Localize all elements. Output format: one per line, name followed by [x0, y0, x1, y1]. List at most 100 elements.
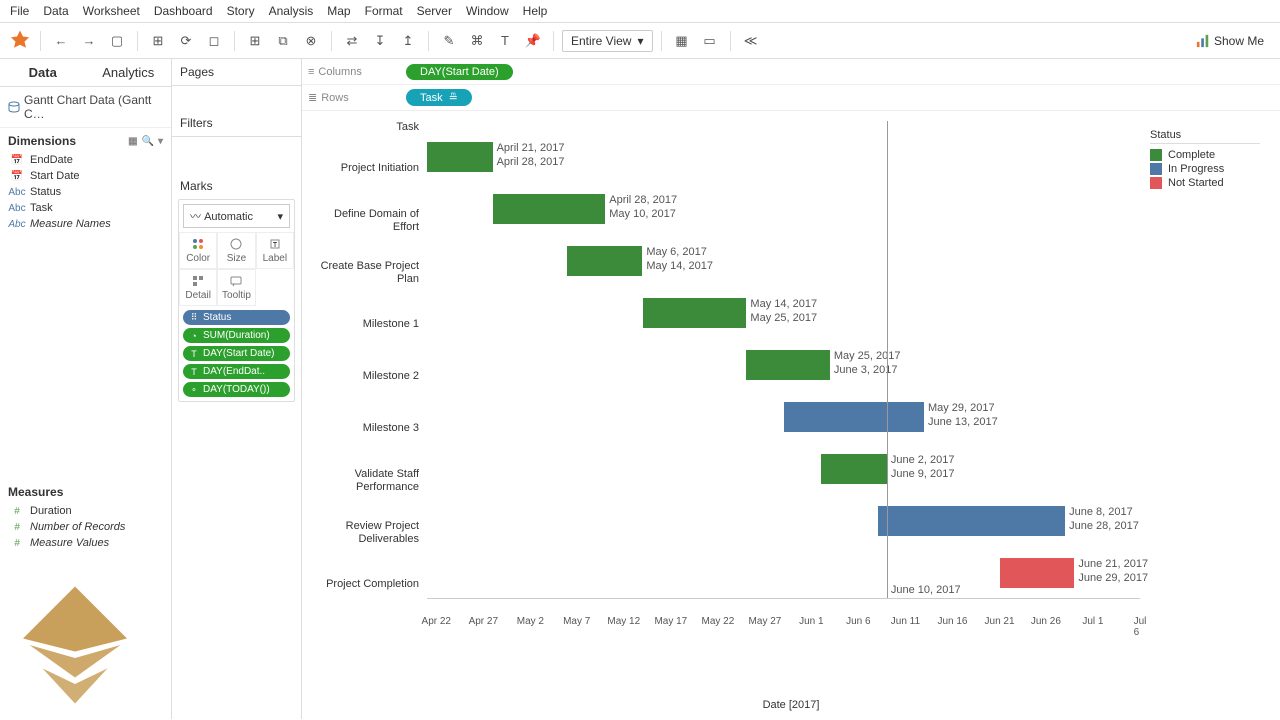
forward-icon[interactable]: → [77, 29, 101, 53]
task-label: Project Initiation [312, 143, 419, 195]
mark-pill[interactable]: ∘DAY(TODAY()) [183, 382, 290, 397]
mark-detail[interactable]: Detail [179, 269, 217, 306]
legend: Status CompleteIn ProgressNot Started [1140, 121, 1270, 677]
menu-worksheet[interactable]: Worksheet [83, 4, 140, 18]
menu-help[interactable]: Help [523, 4, 548, 18]
gantt-bar[interactable] [493, 194, 606, 224]
cards-icon[interactable]: ▦ [670, 29, 694, 53]
bar-date-label: June 21, 2017June 29, 2017 [1078, 557, 1148, 586]
bar-date-label: May 25, 2017June 3, 2017 [834, 349, 901, 378]
clear-icon[interactable]: ⊗ [299, 29, 323, 53]
pin-icon[interactable]: 📌 [521, 29, 545, 53]
bar-date-label: June 8, 2017June 28, 2017 [1069, 505, 1139, 534]
menu-analysis[interactable]: Analysis [269, 4, 314, 18]
task-label: Milestone 2 [312, 351, 419, 403]
menu-dashboard[interactable]: Dashboard [154, 4, 213, 18]
fit-dropdown[interactable]: Entire View▾ [562, 30, 653, 52]
gantt-bar[interactable] [746, 350, 830, 380]
field-duration[interactable]: #Duration [4, 503, 167, 519]
pages-shelf[interactable]: Pages [172, 59, 301, 86]
toolbar: ← → ▢ ⊞ ⟳ ◻ ⊞ ⧉ ⊗ ⇄ ↧ ↥ ✎ ⌘ T 📌 Entire V… [0, 23, 1280, 59]
x-axis-title: Date [2017] [302, 677, 1280, 719]
group-icon[interactable]: ⌘ [465, 29, 489, 53]
gantt-bar[interactable] [427, 142, 493, 172]
legend-item[interactable]: In Progress [1150, 162, 1260, 176]
field-measure-values[interactable]: #Measure Values [4, 535, 167, 551]
row-header-title: Task [312, 121, 419, 143]
menu-server[interactable]: Server [417, 4, 452, 18]
bar-date-label: May 14, 2017May 25, 2017 [750, 297, 817, 326]
marks-card: 〰 Automatic▾ ColorSizeTLabel DetailToolti… [178, 199, 295, 402]
bar-date-label: April 28, 2017May 10, 2017 [609, 193, 677, 222]
mark-label[interactable]: TLabel [256, 232, 294, 269]
svg-text:T: T [273, 242, 278, 249]
share-icon[interactable]: ≪ [739, 29, 763, 53]
save-icon[interactable]: ▢ [105, 29, 129, 53]
bar-date-label: May 29, 2017June 13, 2017 [928, 401, 998, 430]
gantt-bar[interactable] [878, 506, 1066, 536]
menu-window[interactable]: Window [466, 4, 509, 18]
task-label: Validate Staff Performance [312, 455, 419, 507]
field-status[interactable]: AbcStatus [4, 184, 167, 200]
menu-story[interactable]: Story [227, 4, 255, 18]
highlight-icon[interactable]: ✎ [437, 29, 461, 53]
field-task[interactable]: AbcTask [4, 200, 167, 216]
columns-pill[interactable]: DAY(Start Date) [406, 64, 513, 80]
menu-file[interactable]: File [10, 4, 29, 18]
gantt-bar[interactable] [643, 298, 746, 328]
text-icon[interactable]: T [493, 29, 517, 53]
filters-shelf[interactable]: Filters [172, 110, 301, 137]
pause-icon[interactable]: ◻ [202, 29, 226, 53]
task-label: Milestone 1 [312, 299, 419, 351]
menu-data[interactable]: Data [43, 4, 68, 18]
gantt-bar[interactable] [567, 246, 642, 276]
menu-format[interactable]: Format [365, 4, 403, 18]
task-label: Milestone 3 [312, 403, 419, 455]
dimensions-header: Dimensions [8, 134, 76, 148]
gantt-bar[interactable] [1000, 558, 1075, 588]
sort-asc-icon[interactable]: ↧ [368, 29, 392, 53]
gantt-plot[interactable]: April 21, 2017April 28, 2017 April 28, 20… [427, 121, 1140, 599]
sort-desc-icon[interactable]: ↥ [396, 29, 420, 53]
field-start-date[interactable]: 📅Start Date [4, 168, 167, 184]
new-worksheet-icon[interactable]: ⊞ [243, 29, 267, 53]
mark-pill[interactable]: ⠿Status [183, 310, 290, 325]
field-enddate[interactable]: 📅EndDate [4, 152, 167, 168]
mark-pill[interactable]: TDAY(Start Date) [183, 346, 290, 361]
new-datasource-icon[interactable]: ⊞ [146, 29, 170, 53]
columns-shelf-label: ≡ Columns [308, 66, 398, 78]
show-me-button[interactable]: Show Me [1188, 31, 1272, 51]
rows-pill[interactable]: Task≞ [406, 89, 472, 106]
bar-date-label: June 2, 2017June 9, 2017 [891, 453, 955, 482]
legend-title: Status [1150, 129, 1260, 144]
duplicate-icon[interactable]: ⧉ [271, 29, 295, 53]
mark-size[interactable]: Size [217, 232, 255, 269]
reference-line [887, 121, 888, 598]
presentation-icon[interactable]: ▭ [698, 29, 722, 53]
bar-date-label: April 21, 2017April 28, 2017 [497, 141, 565, 170]
watermark-logo [10, 580, 140, 710]
field-number-of-records[interactable]: #Number of Records [4, 519, 167, 535]
gantt-bar[interactable] [784, 402, 924, 432]
mark-type-dropdown[interactable]: 〰 Automatic▾ [183, 204, 290, 228]
tab-analytics[interactable]: Analytics [86, 59, 172, 86]
field-measure-names[interactable]: AbcMeasure Names [4, 216, 167, 232]
datasource-name[interactable]: Gantt Chart Data (Gantt C… [0, 87, 171, 128]
refresh-icon[interactable]: ⟳ [174, 29, 198, 53]
mark-tooltip[interactable]: Tooltip [217, 269, 255, 306]
tab-data[interactable]: Data [0, 59, 86, 86]
legend-item[interactable]: Not Started [1150, 176, 1260, 190]
legend-item[interactable]: Complete [1150, 148, 1260, 162]
bar-date-label: May 6, 2017May 14, 2017 [646, 245, 713, 274]
shelf-column: Pages Filters Marks 〰 Automatic▾ ColorSi… [172, 59, 302, 719]
gantt-bar[interactable] [821, 454, 887, 484]
mark-pill[interactable]: ◔SUM(Duration) [183, 328, 290, 343]
back-icon[interactable]: ← [49, 29, 73, 53]
mark-pill[interactable]: TDAY(EndDat.. [183, 364, 290, 379]
task-label: Review Project Deliverables [312, 507, 419, 559]
mark-color[interactable]: Color [179, 232, 217, 269]
visualization-area: ≡ Columns DAY(Start Date) ≣ Rows Task≞ T… [302, 59, 1280, 719]
menu-map[interactable]: Map [327, 4, 350, 18]
swap-icon[interactable]: ⇄ [340, 29, 364, 53]
logo-icon[interactable] [8, 29, 32, 53]
